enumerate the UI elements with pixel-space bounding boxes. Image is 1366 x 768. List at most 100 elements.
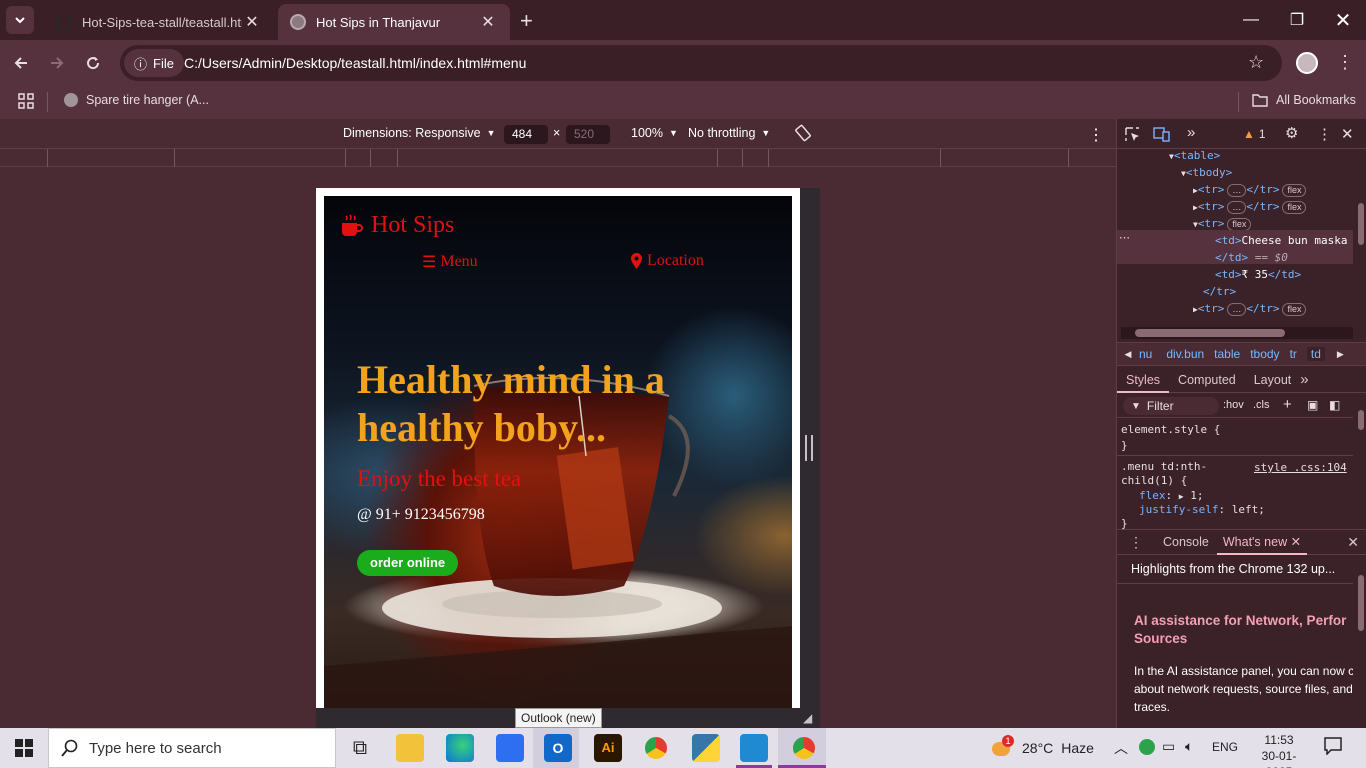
bookmark-item[interactable]: Spare tire hanger (A... xyxy=(64,93,209,107)
url-text[interactable]: C:/Users/Admin/Desktop/teastall.html/ind… xyxy=(184,55,526,71)
dimensions-dropdown[interactable]: Dimensions: Responsive ▼ xyxy=(343,126,495,140)
windows-start-icon[interactable] xyxy=(15,739,33,757)
crumb-left-icon[interactable]: ◀ xyxy=(1117,349,1139,360)
filter-input[interactable]: ▼ Filter xyxy=(1123,397,1219,415)
more-tabs-icon[interactable]: » xyxy=(1187,124,1195,141)
tab-console[interactable]: Console xyxy=(1155,535,1217,549)
reload-button[interactable] xyxy=(78,48,108,78)
tab-whats-new[interactable]: What's new ✕ xyxy=(1216,529,1308,555)
site-info-chip[interactable]: ⓘ File xyxy=(124,49,184,77)
store-icon[interactable] xyxy=(496,734,524,762)
tab-computed[interactable]: Computed xyxy=(1169,373,1245,387)
throttling-dropdown[interactable]: No throttling ▼ xyxy=(688,126,770,140)
all-bookmarks-button[interactable]: All Bookmarks xyxy=(1252,93,1356,107)
device-more-icon[interactable]: ⋮ xyxy=(1088,125,1104,145)
width-input[interactable]: 484 xyxy=(504,125,548,144)
forward-button[interactable] xyxy=(42,48,72,78)
zoom-dropdown[interactable]: 100% ▼ xyxy=(631,126,678,140)
tab-styles[interactable]: Styles xyxy=(1117,367,1170,393)
more-menu-icon[interactable]: ⋮ xyxy=(1336,52,1354,73)
tree-node-tbody[interactable]: ▼<tbody> xyxy=(1117,166,1353,183)
restore-button[interactable]: ❐ xyxy=(1274,0,1320,40)
temperature: 28°C xyxy=(1022,740,1054,756)
rule-property[interactable]: flex: ▶ 1; xyxy=(1139,489,1203,502)
crumb-item[interactable]: tbody xyxy=(1250,347,1279,361)
clock[interactable]: 11:53 30-01-2025 xyxy=(1250,732,1308,768)
rule-source-link[interactable]: style .css:104 xyxy=(1254,461,1347,474)
tree-node-tr[interactable]: ▶<tr>… </tr> flex xyxy=(1117,302,1353,319)
file-explorer-icon[interactable] xyxy=(396,734,424,762)
chrome-profile-icon[interactable] xyxy=(790,734,818,762)
add-rule-icon[interactable]: + xyxy=(1283,396,1292,413)
python-icon[interactable] xyxy=(692,734,720,762)
styles-scrollbar[interactable] xyxy=(1355,394,1366,524)
new-tab-button[interactable]: + xyxy=(520,8,533,34)
bookmark-star-icon[interactable]: ☆ xyxy=(1248,52,1264,73)
crumb-item[interactable]: nu xyxy=(1139,347,1152,361)
rotate-icon[interactable] xyxy=(794,124,812,142)
volume-icon[interactable]: 🔈︎ xyxy=(1185,738,1193,755)
tree-hscrollbar[interactable] xyxy=(1121,327,1353,339)
language-indicator[interactable]: ENG xyxy=(1212,740,1238,754)
illustrator-icon[interactable]: Ai xyxy=(594,734,622,762)
nav-location-link[interactable]: Location xyxy=(631,252,704,270)
tree-scrollbar[interactable] xyxy=(1355,149,1366,327)
app-tray-icon[interactable] xyxy=(1139,739,1155,755)
tree-node-td[interactable]: <td>₹ 35</td> xyxy=(1117,268,1353,285)
tab-layout[interactable]: Layout xyxy=(1245,373,1301,387)
rule-property[interactable]: justify-self: left; xyxy=(1139,503,1265,516)
chrome-icon[interactable] xyxy=(642,734,670,762)
sidebar-toggle-icon[interactable]: ◧ xyxy=(1329,398,1340,412)
address-bar[interactable]: ⓘ File C:/Users/Admin/Desktop/teastall.h… xyxy=(120,45,1282,81)
task-view-icon[interactable]: ⧉ xyxy=(346,734,374,762)
close-devtools-icon[interactable]: ✕ xyxy=(1341,125,1354,143)
close-window-button[interactable]: ✕ xyxy=(1320,0,1366,40)
crumb-item[interactable]: tr xyxy=(1290,347,1297,361)
crumb-item[interactable]: div.bun xyxy=(1166,347,1204,361)
taskbar-search[interactable]: Type here to search xyxy=(48,728,336,768)
inspect-element-icon[interactable] xyxy=(1125,127,1140,142)
vscode-icon[interactable] xyxy=(740,734,768,762)
tree-node-tr[interactable]: ▶<tr>… </tr> flex xyxy=(1117,183,1353,200)
paint-icon[interactable]: ▣ xyxy=(1307,398,1318,412)
profile-avatar[interactable] xyxy=(1296,52,1318,74)
close-tab-icon[interactable]: ✕ xyxy=(478,12,498,32)
nav-menu-link[interactable]: ☰ Menu xyxy=(422,252,478,272)
height-input[interactable]: 520 xyxy=(566,125,610,144)
close-tab-icon[interactable]: ✕ xyxy=(242,12,262,32)
issues-counter[interactable]: ▲ 1 xyxy=(1243,127,1266,141)
close-drawer-icon[interactable]: ✕ xyxy=(1347,534,1366,551)
edge-icon[interactable] xyxy=(446,734,474,762)
order-online-button[interactable]: order online xyxy=(357,550,459,576)
apps-grid-icon[interactable] xyxy=(18,93,34,109)
notification-icon[interactable] xyxy=(1324,737,1342,755)
back-button[interactable] xyxy=(6,48,36,78)
minimize-button[interactable]: — xyxy=(1228,0,1274,40)
outlook-icon[interactable]: O xyxy=(544,734,572,762)
chevron-up-icon[interactable]: ︿ xyxy=(1114,738,1128,758)
corner-resize-handle[interactable]: ◢ xyxy=(803,711,812,725)
weather-widget[interactable]: 1 28°C Haze xyxy=(992,735,1094,758)
cls-toggle[interactable]: .cls xyxy=(1253,399,1270,411)
device-toggle-icon[interactable] xyxy=(1153,127,1170,142)
resize-handle[interactable] xyxy=(805,435,813,461)
drawer-scrollbar[interactable] xyxy=(1355,555,1366,728)
tab-teastall-github[interactable]: Hot-Sips-tea-stall/teastall.html ✕ xyxy=(44,4,274,40)
tree-node-table[interactable]: ▼<table> xyxy=(1117,149,1353,166)
hov-toggle[interactable]: :hov xyxy=(1223,399,1244,411)
crumb-item-active[interactable]: td xyxy=(1306,347,1325,361)
more-tabs-icon[interactable]: » xyxy=(1300,371,1308,388)
news-title: AI assistance for Network, Perfor Source… xyxy=(1134,613,1347,646)
devtools-toolbar: » ▲ 1 ⚙ ⋮ ✕ xyxy=(1117,119,1366,149)
tab-search-button[interactable] xyxy=(6,6,34,34)
crumb-right-icon[interactable]: ▶ xyxy=(1337,349,1344,360)
network-icon[interactable]: ▭ xyxy=(1162,738,1175,755)
drawer-menu-icon[interactable]: ⋮ xyxy=(1117,534,1155,551)
site-logo[interactable]: Hot Sips xyxy=(340,212,454,239)
settings-gear-icon[interactable]: ⚙ xyxy=(1285,124,1298,142)
tab-hot-sips[interactable]: Hot Sips in Thanjavur ✕ xyxy=(278,4,510,40)
devtools-more-icon[interactable]: ⋮ xyxy=(1317,125,1332,143)
tree-node-tr[interactable]: ▶<tr>… </tr> flex xyxy=(1117,200,1353,217)
tree-node-td-selected[interactable]: <td>Cheese bun maska xyxy=(1117,234,1353,251)
crumb-item[interactable]: table xyxy=(1214,347,1240,361)
